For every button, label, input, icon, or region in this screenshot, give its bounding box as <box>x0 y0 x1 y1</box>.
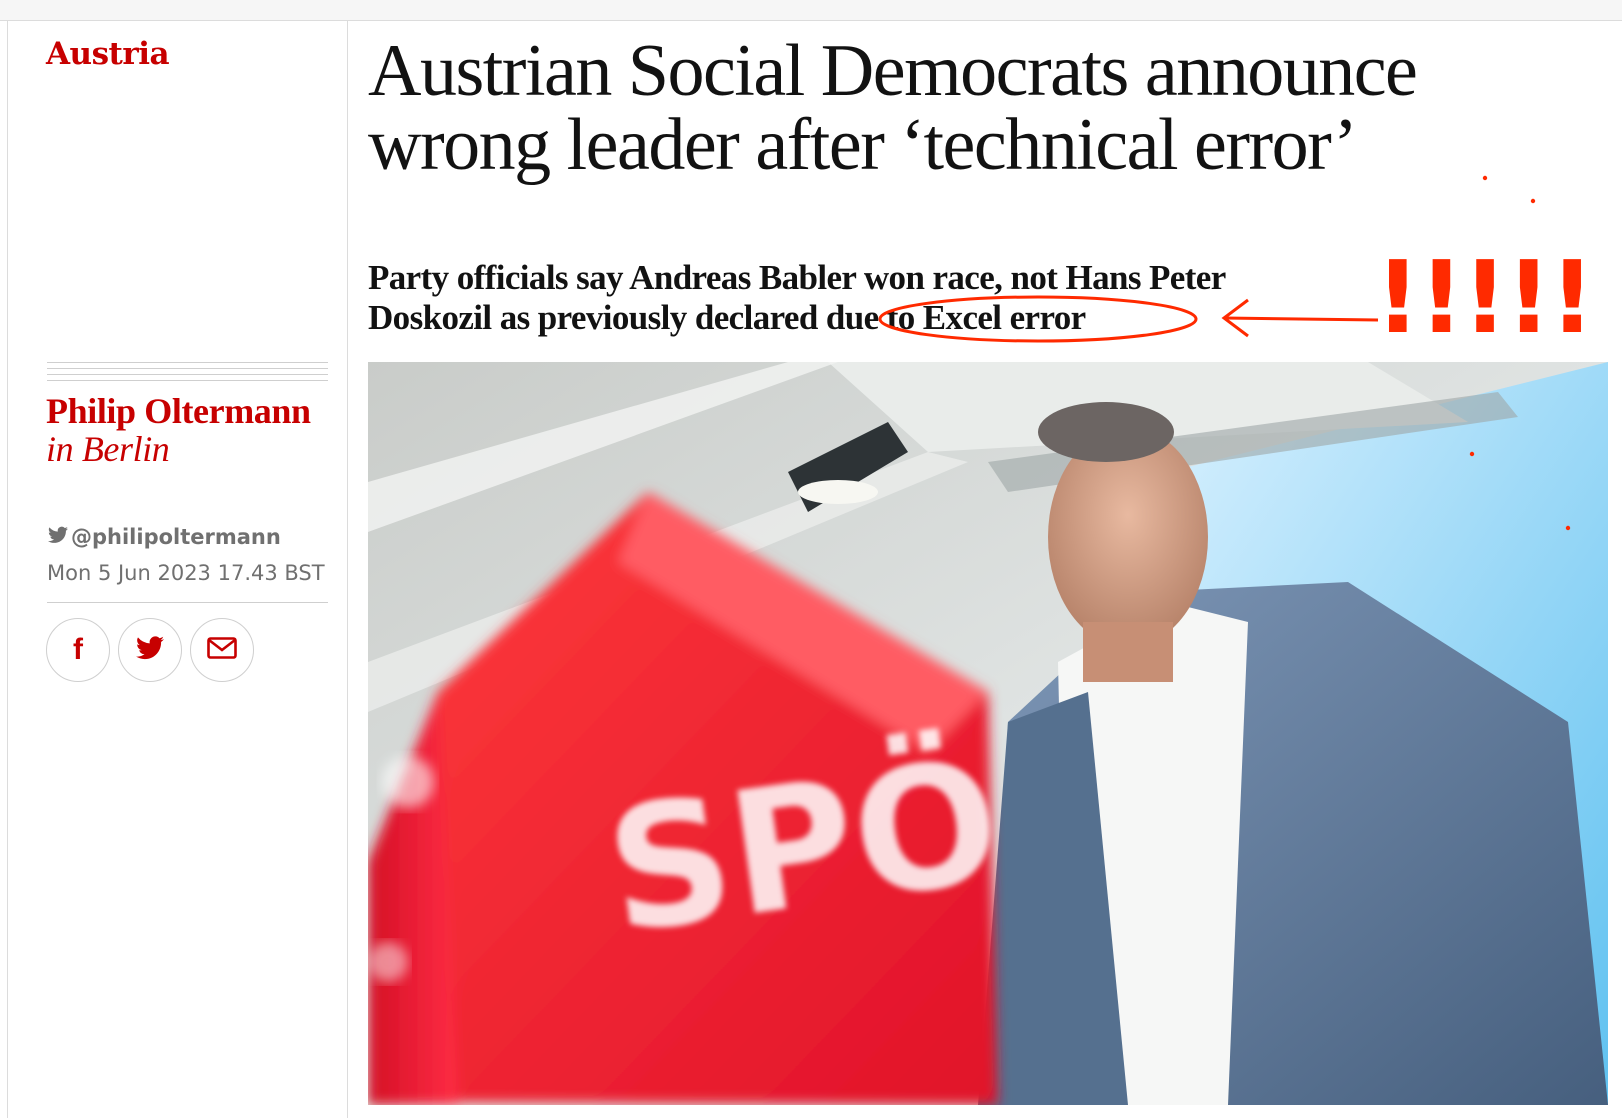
twitter-handle: @philipoltermann <box>71 525 281 549</box>
byline: Philip Oltermann in Berlin <box>46 392 336 468</box>
standfirst-text: Party officials say Andreas Babler won r… <box>368 258 1226 337</box>
browser-top-bar <box>0 0 1622 21</box>
article-main-image: SPÖ <box>368 362 1608 1105</box>
byline-in: in <box>46 429 74 469</box>
author-link[interactable]: Philip Oltermann <box>46 391 311 431</box>
twitter-icon <box>136 636 164 664</box>
share-email-button[interactable] <box>190 618 254 682</box>
page-left-border <box>7 21 8 1118</box>
article-standfirst: Party officials say Andreas Babler won r… <box>368 258 1318 338</box>
share-twitter-button[interactable] <box>118 618 182 682</box>
article-headline: Austrian Social Democrats announce wrong… <box>368 30 1418 186</box>
email-icon <box>207 637 237 663</box>
twitter-bird-icon <box>48 525 68 549</box>
column-divider <box>347 21 348 1118</box>
standfirst-highlight: due to Excel error <box>825 298 1086 337</box>
exclamation-annotation: !!!!! <box>1375 239 1595 356</box>
share-buttons: f <box>46 618 254 682</box>
author-twitter-link[interactable]: @philipoltermann <box>48 525 281 549</box>
meta-top-rules <box>47 362 328 386</box>
share-facebook-button[interactable]: f <box>46 618 110 682</box>
byline-location: Berlin <box>81 429 170 469</box>
section-link-austria[interactable]: Austria <box>46 36 170 72</box>
facebook-icon: f <box>73 633 83 666</box>
publish-date: Mon 5 Jun 2023 17.43 BST <box>47 561 325 585</box>
meta-bottom-rule <box>47 602 328 603</box>
